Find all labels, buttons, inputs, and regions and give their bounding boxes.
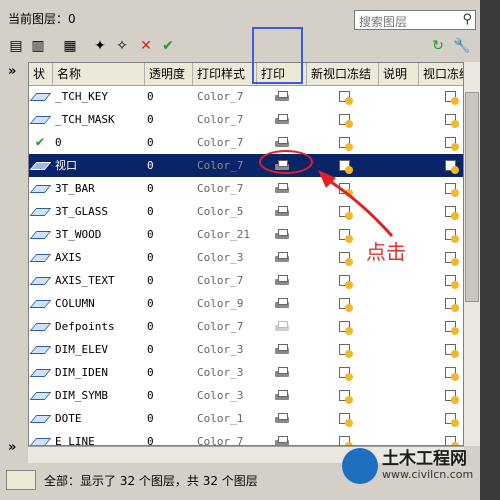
annotation-arrow: [318, 170, 394, 237]
watermark: 土木工程网 www.civilcn.com: [342, 444, 480, 492]
civilcn-logo-icon: [342, 448, 378, 484]
annotation-label: 点击: [366, 240, 406, 264]
watermark-url: www.civilcn.com: [382, 468, 474, 481]
watermark-brand: 土木工程网: [382, 449, 467, 469]
